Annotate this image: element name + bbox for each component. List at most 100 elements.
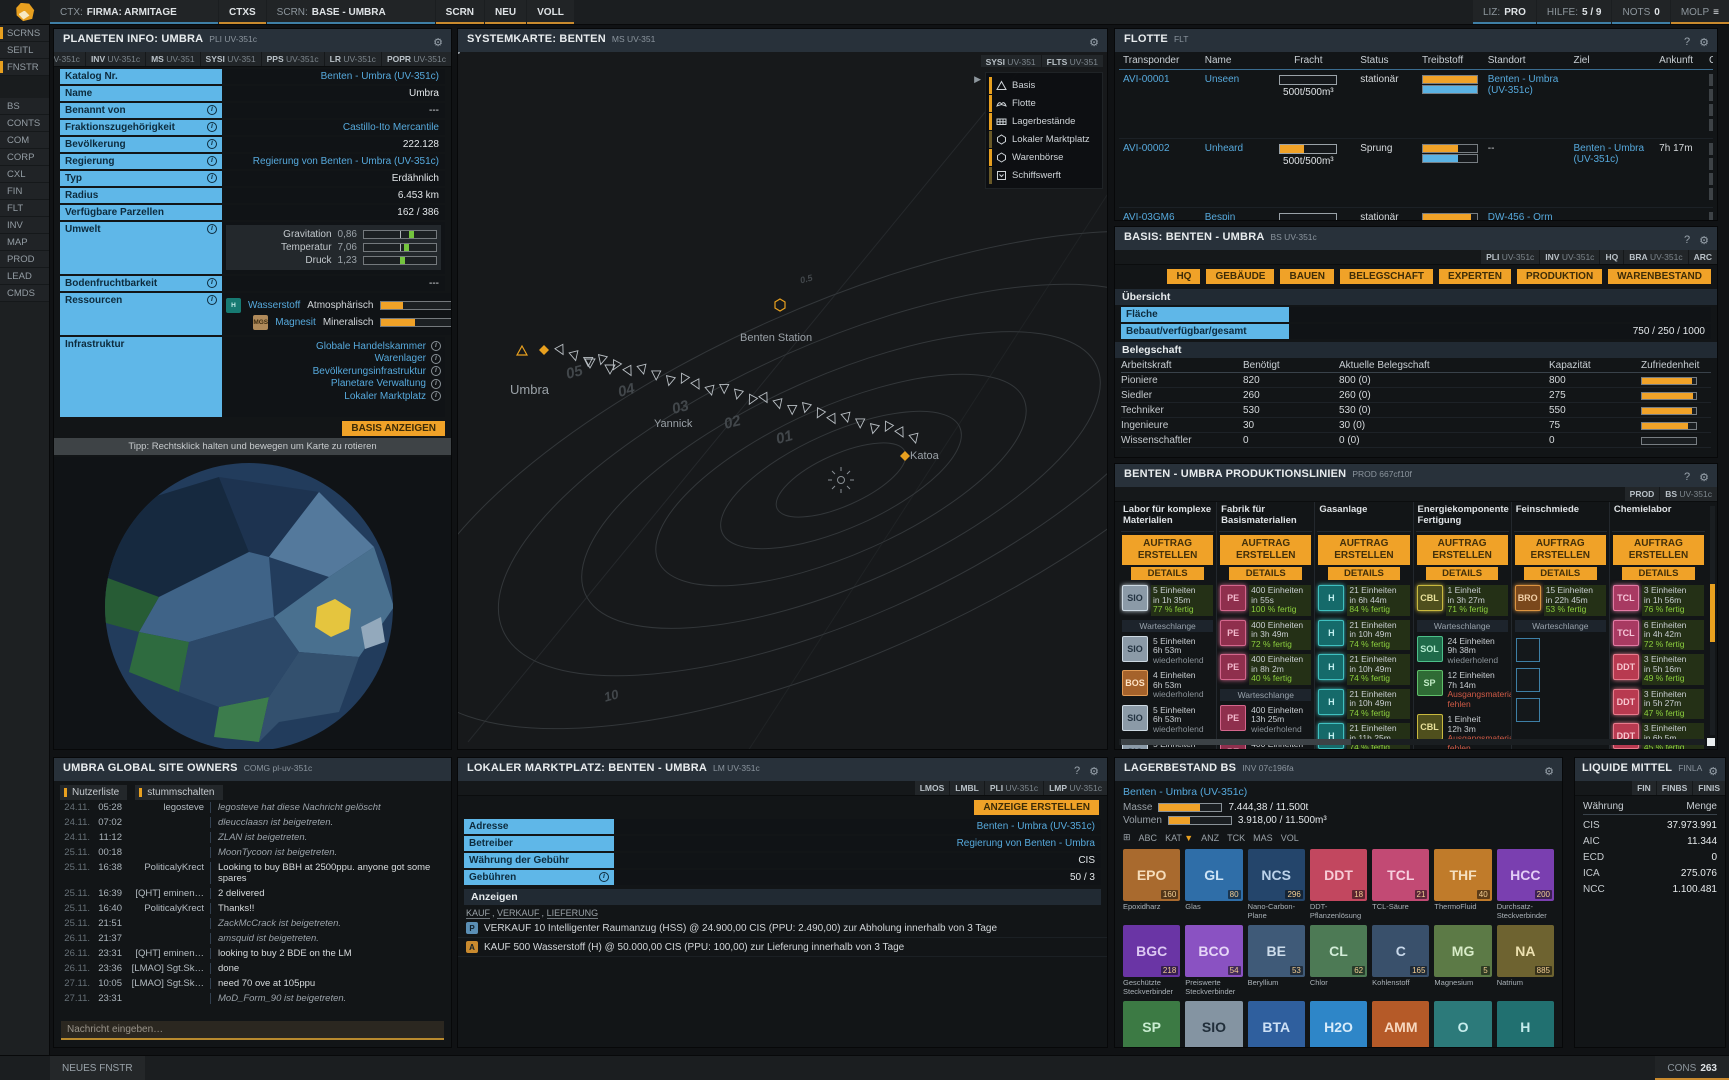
production-order[interactable]: SOL 24 Einheiten9h 38mwiederholend [1417,636,1508,667]
topbar-tab[interactable]: SCRN: BASE - UMBRA [267,0,435,24]
help-icon[interactable]: ? [1074,765,1080,778]
ship-transponder-link[interactable]: AVI-03GM6 [1119,212,1201,220]
sidebar-item-com[interactable]: COM [0,132,49,149]
material-tile-bco[interactable]: BCO54 [1185,925,1242,977]
ship-command-Fracht[interactable]: Fracht [1709,89,1713,101]
sidebar-item-seitl[interactable]: SEITL [0,42,49,59]
info-icon[interactable]: i [431,379,441,389]
topbar-tab[interactable]: CTXS [219,0,266,24]
production-line-name[interactable]: Fabrik für Basismaterialien [1219,502,1312,532]
panel-tab[interactable]: FINBS [1657,781,1693,795]
legend-item-flotte[interactable]: Flotte [989,95,1099,112]
sidebar-item-prod[interactable]: PROD [0,251,49,268]
panel-tab[interactable]: LR UV-351c [325,52,381,66]
ship-name-link[interactable]: Bespin [1201,212,1261,220]
production-order[interactable]: BRO 15 Einheitenin 22h 45m53 % fertig [1515,585,1606,616]
panel-tab[interactable]: SYSI UV-351 [201,52,261,66]
ads-filter-verkauf[interactable]: VERKAUF [497,908,540,919]
info-icon[interactable]: i [207,156,217,166]
production-order[interactable]: SIO 5 Einheiten6h 53mwiederholend [1122,636,1213,667]
market-listing[interactable]: A KAUF 500 Wasserstoff (H) @ 50.000,00 C… [458,938,1107,957]
empty-queue-slot[interactable] [1516,638,1540,662]
material-ticker[interactable]: MGS [253,315,268,330]
ship-transponder-link[interactable]: AVI-00001 [1119,74,1201,85]
production-order[interactable]: H 21 Einheitenin 10h 49m74 % fertig [1318,654,1409,685]
empty-queue-slot[interactable] [1516,668,1540,692]
inventory-location-link[interactable]: Benten - Umbra (UV-351c) [1123,786,1554,798]
gear-icon[interactable]: ⚙ [1699,234,1709,247]
material-tile-sio[interactable]: SIO [1185,1001,1242,1047]
production-order[interactable]: CBL 1 Einheitin 3h 27m71 % fertig [1417,585,1508,616]
chat-author[interactable]: PoliticalyKrect [126,862,210,873]
panel-tab[interactable]: SYSI UV-351 [981,55,1041,67]
chat-author[interactable]: [QHT] eminen… [126,888,210,899]
info-icon[interactable]: i [207,105,217,115]
production-line-name[interactable]: Chemielabor [1612,502,1705,532]
panel-tab[interactable]: MS UV-351 [146,52,199,66]
production-horizontal-scrollbar[interactable] [1119,739,1705,745]
base-button-belegschaft[interactable]: BELEGSCHAFT [1340,269,1433,284]
details-button[interactable]: DETAILS [1426,567,1499,580]
production-line-name[interactable]: Energiekomponenten-Fertigung [1416,502,1509,532]
production-order[interactable]: SIO 5 Einheitenin 1h 35m77 % fertig [1122,585,1213,616]
info-icon[interactable]: i [207,295,217,305]
info-icon[interactable]: i [599,872,609,882]
production-order[interactable]: H 21 Einheitenin 11h 25m74 % fertig [1318,723,1409,749]
chat-toggle-Nutzerliste[interactable]: Nutzerliste [60,785,127,800]
production-order[interactable]: PE 400 Einheiten13h 25mwiederholend [1220,705,1311,736]
info-icon[interactable]: i [207,278,217,288]
material-tile-thf[interactable]: THF40 [1434,849,1491,901]
panel-tab[interactable]: LMP UV-351c [1044,781,1107,795]
panel-tab[interactable]: FLT UV-351c [53,52,85,66]
production-order[interactable]: H 21 Einheitenin 10h 49m74 % fertig [1318,689,1409,720]
material-tile-h[interactable]: H [1497,1001,1554,1047]
map-object-label[interactable]: Yannick [654,418,692,430]
ship-location[interactable]: Benten - Umbra (UV-351c) [1484,74,1570,96]
production-order[interactable]: TCL 3 Einheitenin 1h 56m76 % fertig [1613,585,1704,616]
apex-logo[interactable] [0,0,50,24]
base-button-hq[interactable]: HQ [1167,269,1200,284]
chat-author[interactable]: [QHT] eminen… [126,948,210,959]
topbar-tab[interactable]: NOTS 0 [1612,0,1669,24]
ads-filter-lieferung[interactable]: LIEFERUNG [547,908,599,919]
production-line-name[interactable]: Feinschmiede [1514,502,1607,532]
details-button[interactable]: DETAILS [1229,567,1302,580]
inventory-sort-mas[interactable]: MAS [1253,833,1273,843]
sidebar-item-cmds[interactable]: CMDS [0,285,49,302]
material-ticker[interactable]: H [226,298,241,313]
sidebar-item-fin[interactable]: FIN [0,183,49,200]
panel-tab[interactable]: ARC [1689,250,1717,264]
system-map-canvas[interactable]: UmbraYannickBenten StationKatoa050403020… [458,52,1107,749]
create-ad-button[interactable]: ANZEIGE ERSTELLEN [974,800,1099,815]
chat-messages[interactable]: 24.11.05:28 legosteve legosteve hat dies… [60,800,449,1017]
infrastructure-link[interactable]: Lokaler Marktplatz [344,391,426,402]
production-order[interactable]: H 21 Einheitenin 6h 44m84 % fertig [1318,585,1409,616]
gear-icon[interactable]: ⚙ [433,36,443,49]
panel-tab[interactable]: FIN [1632,781,1656,795]
production-vertical-scrollbar[interactable] [1710,506,1715,735]
panel-tab[interactable]: LMOS [915,781,950,795]
panel-tab[interactable]: FINIS [1693,781,1725,795]
create-order-button[interactable]: AUFTRAGERSTELLEN [1318,535,1409,565]
help-icon[interactable]: ? [1684,471,1690,484]
material-tile-ddt[interactable]: DDT18 [1310,849,1367,901]
production-order[interactable]: SP 12 Einheiten7h 14mAusgangsmaterialien… [1417,670,1508,710]
help-icon[interactable]: ? [1684,234,1690,247]
gear-icon[interactable]: ⚙ [1708,765,1718,778]
show-base-button[interactable]: BASIS ANZEIGEN [342,421,445,436]
grid-view-icon[interactable]: ⊞ [1123,832,1131,843]
panel-tab[interactable]: PLI UV-351c [1481,250,1539,264]
panel-tab[interactable]: PPS UV-351c [262,52,324,66]
panel-tab[interactable]: LMBL [950,781,984,795]
material-tile-o[interactable]: O [1434,1001,1491,1047]
chat-author[interactable]: [LMAO] Sgt.Sk… [126,963,210,974]
material-tile-cl[interactable]: CL62 [1310,925,1367,977]
material-tile-mg[interactable]: MG5 [1434,925,1491,977]
sidebar-item-corp[interactable]: CORP [0,149,49,166]
create-order-button[interactable]: AUFTRAGERSTELLEN [1613,535,1704,565]
panel-tab[interactable]: FLTS UV-351 [1042,55,1103,67]
material-tile-ncs[interactable]: NCS296 [1248,849,1305,901]
material-tile-bgc[interactable]: BGC218 [1123,925,1180,977]
info-icon[interactable]: i [207,224,217,234]
ship-command-entladen[interactable]: entladen [1709,188,1713,200]
